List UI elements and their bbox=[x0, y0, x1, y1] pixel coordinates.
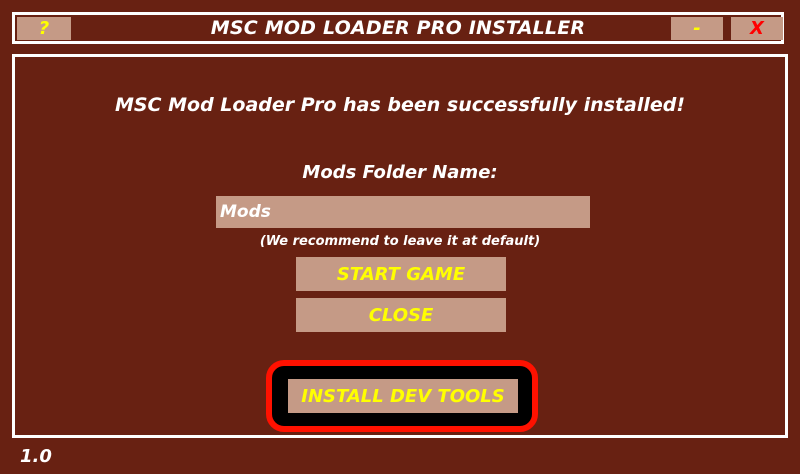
start-game-button[interactable]: START GAME bbox=[296, 257, 506, 291]
mods-folder-label: Mods Folder Name: bbox=[302, 162, 498, 183]
close-window-button[interactable]: X bbox=[731, 17, 783, 40]
version-label: 1.0 bbox=[20, 446, 52, 467]
close-button[interactable]: CLOSE bbox=[296, 298, 506, 332]
mods-folder-input[interactable] bbox=[216, 196, 590, 228]
install-dev-tools-button[interactable]: INSTALL DEV TOOLS bbox=[288, 379, 518, 413]
success-message: MSC Mod Loader Pro has been successfully… bbox=[114, 94, 686, 116]
folder-hint: (We recommend to leave it at default) bbox=[259, 234, 541, 249]
help-button[interactable]: ? bbox=[17, 17, 71, 40]
title-bar: MSC MOD LOADER PRO INSTALLER ? - X bbox=[12, 12, 784, 44]
window-title: MSC MOD LOADER PRO INSTALLER bbox=[210, 17, 586, 39]
minimize-button[interactable]: - bbox=[671, 17, 723, 40]
